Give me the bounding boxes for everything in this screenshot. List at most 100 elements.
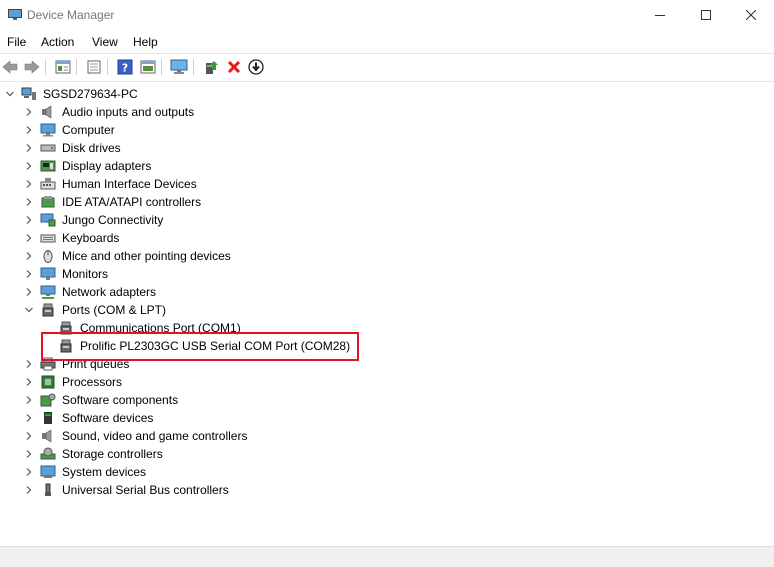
tree-category[interactable]: Jungo Connectivity	[23, 211, 163, 229]
speaker-icon	[40, 105, 56, 119]
chevron-right-icon[interactable]	[23, 358, 35, 370]
chevron-right-icon[interactable]	[23, 268, 35, 280]
processor-icon	[40, 375, 56, 389]
tree-category[interactable]: Disk drives	[23, 139, 121, 157]
driver-button[interactable]	[139, 58, 157, 76]
minimize-icon	[655, 15, 665, 16]
tree-category[interactable]: Processors	[23, 373, 122, 391]
chevron-right-icon[interactable]	[23, 106, 35, 118]
tree-category[interactable]: IDE ATA/ATAPI controllers	[23, 193, 201, 211]
chevron-right-icon[interactable]	[23, 160, 35, 172]
disk-drive-icon	[40, 141, 56, 155]
software-device-icon	[40, 411, 56, 425]
tree-category[interactable]: Monitors	[23, 265, 108, 283]
tree-category[interactable]: Display adapters	[23, 157, 151, 175]
storage-controller-icon	[40, 447, 56, 461]
chevron-right-icon[interactable]	[23, 430, 35, 442]
tree-category[interactable]: Sound, video and game controllers	[23, 427, 247, 445]
close-icon	[746, 10, 756, 20]
usb-icon	[40, 483, 56, 497]
download-button[interactable]	[247, 58, 265, 76]
properties-button[interactable]	[54, 58, 72, 76]
chevron-right-icon[interactable]	[23, 214, 35, 226]
software-component-icon	[40, 393, 56, 407]
ide-controller-icon	[40, 195, 56, 209]
uninstall-button[interactable]	[225, 58, 243, 76]
jungo-icon	[40, 213, 56, 227]
device-manager-app-icon	[8, 9, 22, 20]
forward-icon	[24, 60, 40, 74]
svg-text:?: ?	[122, 62, 128, 75]
minimize-button[interactable]	[637, 0, 683, 30]
keyboard-icon	[40, 231, 56, 245]
system-device-icon	[40, 465, 56, 479]
uninstall-icon	[227, 60, 241, 74]
menu-help[interactable]: Help	[133, 35, 158, 49]
chevron-right-icon[interactable]	[23, 142, 35, 154]
mouse-icon	[40, 249, 56, 263]
network-adapter-icon	[40, 285, 56, 299]
chevron-right-icon[interactable]	[23, 232, 35, 244]
tree-category[interactable]: Computer	[23, 121, 115, 139]
menu-file[interactable]: File	[7, 35, 26, 49]
help-button[interactable]: ?	[116, 58, 134, 76]
back-icon	[2, 60, 18, 74]
chevron-right-icon[interactable]	[23, 466, 35, 478]
sound-icon	[40, 429, 56, 443]
tree-category[interactable]: Audio inputs and outputs	[23, 103, 194, 121]
tree-category[interactable]: Mice and other pointing devices	[23, 247, 231, 265]
add-driver-icon	[206, 61, 218, 74]
tree-category[interactable]: Human Interface Devices	[23, 175, 197, 193]
update-view-button[interactable]	[85, 58, 103, 76]
title-bar: Device Manager	[0, 0, 774, 30]
monitor-icon	[40, 267, 56, 281]
menu-view[interactable]: View	[92, 35, 118, 49]
chevron-right-icon[interactable]	[23, 394, 35, 406]
chevron-right-icon[interactable]	[23, 484, 35, 496]
chevron-down-icon[interactable]	[23, 304, 35, 316]
menu-action[interactable]: Action	[41, 35, 74, 49]
chevron-down-icon[interactable]	[4, 88, 16, 100]
highlight-annotation	[41, 332, 359, 361]
computer-icon	[40, 123, 56, 137]
tree-category[interactable]: Software devices	[23, 409, 153, 427]
close-button[interactable]	[728, 0, 774, 30]
chevron-right-icon[interactable]	[23, 286, 35, 298]
tree-category[interactable]: System devices	[23, 463, 146, 481]
scan-hardware-button[interactable]	[170, 58, 188, 76]
back-button[interactable]	[1, 58, 19, 76]
download-icon	[248, 59, 264, 75]
help-icon: ?	[117, 59, 133, 75]
hid-icon	[40, 177, 56, 191]
properties-icon	[55, 60, 71, 74]
chevron-right-icon[interactable]	[23, 448, 35, 460]
add-driver-button[interactable]	[202, 58, 220, 76]
tree-root[interactable]: SGSD279634-PC	[4, 85, 138, 103]
forward-button[interactable]	[23, 58, 41, 76]
status-bar	[0, 546, 774, 567]
window-title: Device Manager	[27, 8, 115, 22]
monitor-icon	[170, 59, 188, 74]
toolbar: ?	[0, 53, 774, 82]
tree-category[interactable]: Network adapters	[23, 283, 156, 301]
root-label: SGSD279634-PC	[43, 87, 138, 101]
chevron-right-icon[interactable]	[23, 196, 35, 208]
maximize-button[interactable]	[683, 0, 729, 30]
display-adapter-icon	[40, 159, 56, 173]
menu-bar: File Action View Help	[0, 32, 774, 52]
port-icon	[40, 303, 56, 317]
maximize-icon	[701, 10, 711, 20]
device-tree: SGSD279634-PC Audio inputs and outputs C…	[0, 84, 774, 546]
tree-category[interactable]: Universal Serial Bus controllers	[23, 481, 229, 499]
chevron-right-icon[interactable]	[23, 412, 35, 424]
tree-category[interactable]: Keyboards	[23, 229, 119, 247]
computer-network-icon	[21, 87, 37, 101]
chevron-right-icon[interactable]	[23, 178, 35, 190]
tree-category[interactable]: Storage controllers	[23, 445, 163, 463]
chevron-right-icon[interactable]	[23, 250, 35, 262]
tree-category[interactable]: Software components	[23, 391, 178, 409]
tree-category-expanded[interactable]: Ports (COM & LPT)	[23, 301, 166, 319]
chevron-right-icon[interactable]	[23, 124, 35, 136]
driver-icon	[140, 60, 156, 74]
chevron-right-icon[interactable]	[23, 376, 35, 388]
